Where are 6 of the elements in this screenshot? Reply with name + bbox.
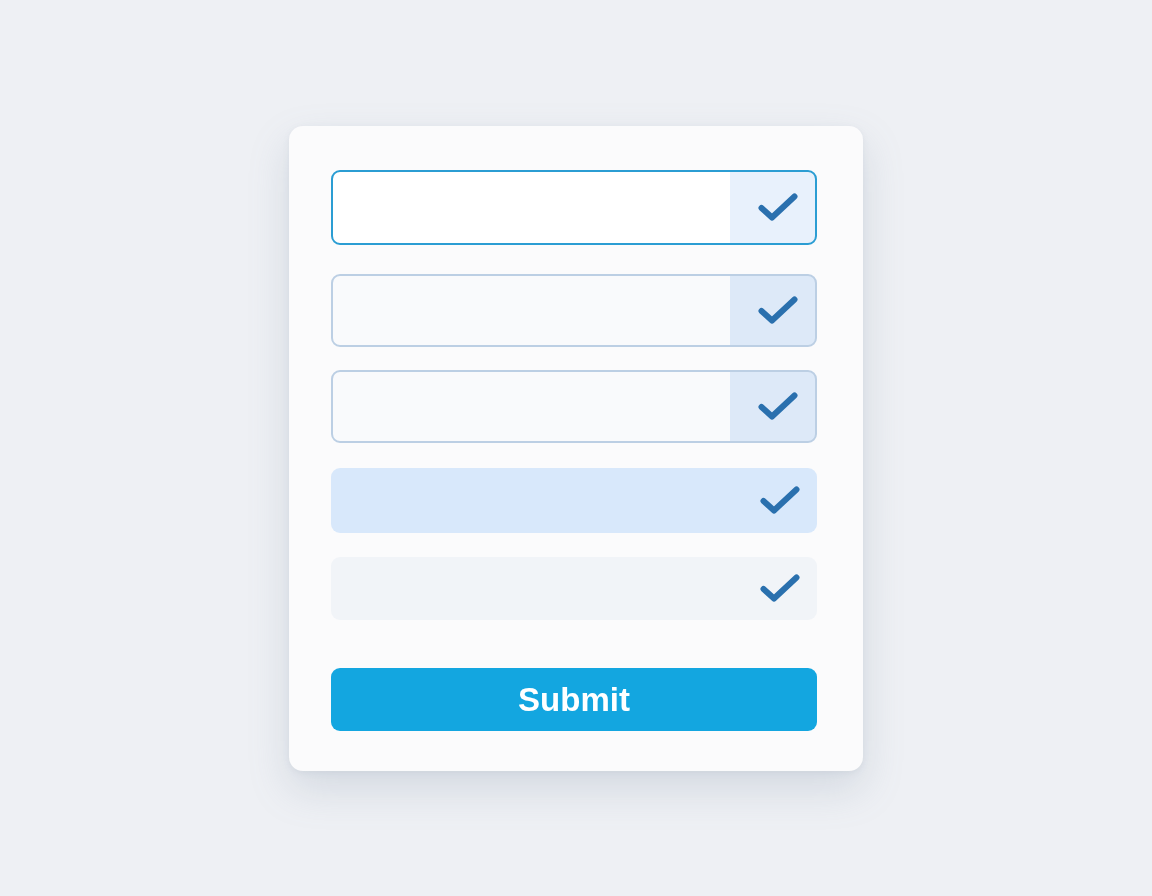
input-field[interactable] bbox=[331, 468, 817, 533]
submit-button[interactable]: Submit bbox=[331, 668, 817, 731]
input-field[interactable] bbox=[331, 557, 817, 620]
input-field[interactable] bbox=[331, 170, 817, 245]
input-field[interactable] bbox=[331, 274, 817, 347]
input-field[interactable] bbox=[331, 370, 817, 443]
